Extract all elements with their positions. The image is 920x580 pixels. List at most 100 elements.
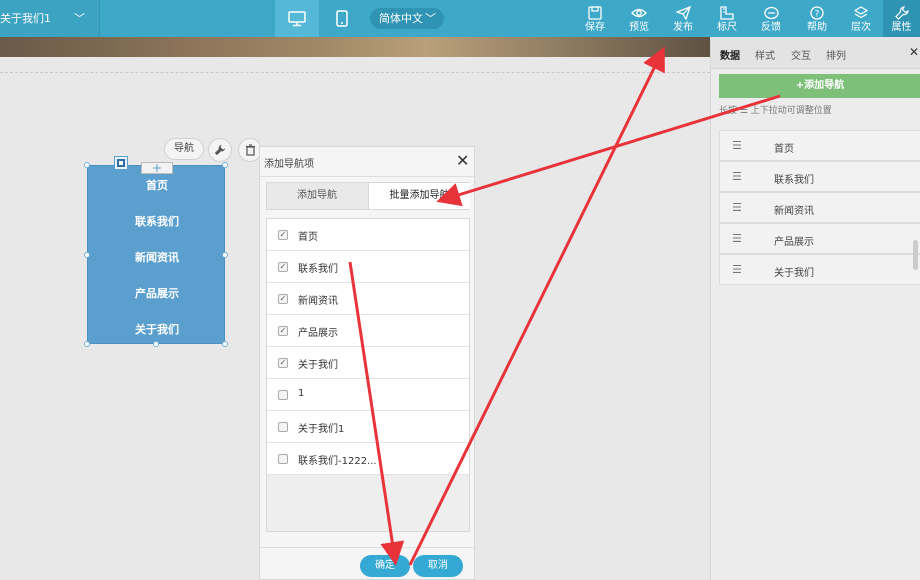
tab-arrange[interactable]: 排列 — [826, 47, 846, 62]
desktop-view-button[interactable] — [275, 0, 319, 37]
add-nav-button[interactable]: +添加导航 — [719, 74, 920, 98]
page-selector[interactable]: 关于我们1 ﹀ — [0, 0, 100, 37]
checkbox[interactable]: ✓ — [278, 294, 288, 304]
resize-handle[interactable] — [222, 341, 228, 347]
help-label: 帮助 — [807, 22, 827, 33]
mobile-view-button[interactable] — [320, 0, 364, 37]
list-item[interactable]: ☰ 产品展示 — [719, 223, 920, 254]
nav-widget-item: 联系我们 — [135, 215, 179, 228]
nav-widget-item: 关于我们 — [135, 323, 179, 336]
list-item-label: 1 — [298, 388, 305, 399]
panel-scrollbar[interactable] — [913, 240, 918, 270]
checkbox[interactable]: ✓ — [278, 326, 288, 336]
confirm-button[interactable]: 确定 — [360, 555, 410, 577]
drag-handle-icon[interactable]: ☰ — [732, 140, 742, 151]
banner-image — [0, 37, 710, 57]
checkbox[interactable] — [278, 422, 288, 432]
resize-handle[interactable] — [84, 162, 90, 168]
list-item[interactable]: ✓ 产品展示 — [267, 315, 469, 347]
list-item-label: 联系我们 — [298, 264, 338, 275]
nav-widget-item: 产品展示 — [135, 287, 179, 300]
widget-type-button[interactable]: 导航 — [164, 138, 204, 160]
tab-add-nav[interactable]: 添加导航 — [267, 183, 367, 209]
publish-button[interactable]: 发布 — [661, 0, 705, 37]
resize-handle[interactable] — [222, 252, 228, 258]
list-item[interactable]: 联系我们-1222... — [267, 443, 469, 475]
top-toolbar: 关于我们1 ﹀ 简体中文 ﹀ 保存 预览 发布 标尺 反馈 ? 帮助 层次 属性 — [0, 0, 920, 37]
list-item[interactable]: 1 — [267, 379, 469, 411]
checkbox[interactable] — [278, 454, 288, 464]
chevron-down-icon: ﹀ — [74, 12, 85, 25]
page-selector-label: 关于我们1 — [0, 12, 51, 25]
drag-handle-icon[interactable]: ☰ — [732, 171, 742, 182]
preview-label: 预览 — [629, 22, 649, 33]
list-item-label: 产品展示 — [774, 237, 814, 248]
checkbox[interactable]: ✓ — [278, 358, 288, 368]
list-item[interactable]: ☰ 首页 — [719, 130, 920, 161]
list-item[interactable]: ☰ 新闻资讯 — [719, 192, 920, 223]
widget-settings-button[interactable] — [208, 138, 232, 162]
ruler-button[interactable]: 标尺 — [705, 0, 749, 37]
widget-anchor-icon[interactable] — [114, 156, 128, 170]
cancel-button[interactable]: 取消 — [413, 555, 463, 577]
drag-hint: 长按 ☰ 上下拉动可调整位置 — [719, 106, 832, 116]
language-selector[interactable]: 简体中文 ﹀ — [370, 8, 444, 29]
layers-button[interactable]: 层次 — [839, 0, 883, 37]
help-button[interactable]: ? 帮助 — [795, 0, 839, 37]
resize-handle[interactable] — [153, 341, 159, 347]
svg-text:?: ? — [815, 10, 820, 20]
feedback-icon — [763, 6, 779, 20]
guide-line — [0, 72, 710, 73]
nav-item-list: ☰ 首页 ☰ 联系我们 ☰ 新闻资讯 ☰ 产品展示 ☰ 关于我们 — [719, 130, 920, 285]
tab-interaction[interactable]: 交互 — [791, 47, 811, 62]
help-icon: ? — [810, 6, 824, 20]
drag-handle-icon[interactable]: ☰ — [732, 233, 742, 244]
drag-handle-icon[interactable]: ☰ — [732, 202, 742, 213]
list-item[interactable]: ✓ 联系我们 — [267, 251, 469, 283]
properties-button[interactable]: 属性 — [883, 0, 920, 37]
list-item-label: 关于我们 — [298, 360, 338, 371]
divider — [260, 547, 476, 548]
tab-batch-add-nav[interactable]: 批量添加导航 — [368, 183, 470, 209]
drag-handle-icon[interactable]: ☰ — [732, 264, 742, 275]
trash-icon — [245, 144, 255, 156]
list-item[interactable]: ☰ 关于我们 — [719, 254, 920, 285]
checkbox[interactable]: ✓ — [278, 262, 288, 272]
preview-button[interactable]: 预览 — [617, 0, 661, 37]
resize-handle[interactable] — [84, 252, 90, 258]
list-item-label: 首页 — [298, 232, 318, 243]
properties-label: 属性 — [891, 22, 912, 33]
publish-label: 发布 — [673, 22, 693, 33]
list-item[interactable]: 关于我们1 — [267, 411, 469, 443]
save-button[interactable]: 保存 — [573, 0, 617, 37]
tab-data[interactable]: 数据 — [720, 47, 740, 62]
chevron-down-icon: ﹀ — [425, 12, 436, 25]
nav-widget-item: 首页 — [146, 179, 168, 192]
resize-handle[interactable] — [84, 341, 90, 347]
dialog-title: 添加导航项 — [264, 159, 314, 170]
close-icon[interactable]: ✕ — [456, 153, 469, 169]
list-item[interactable]: ✓ 新闻资讯 — [267, 283, 469, 315]
wrench-icon — [894, 6, 909, 20]
list-item[interactable]: ✓ 首页 — [267, 219, 469, 251]
tab-style[interactable]: 样式 — [755, 47, 775, 62]
navigation-widget[interactable]: 首页 联系我们 新闻资讯 产品展示 关于我们 — [87, 165, 225, 344]
feedback-button[interactable]: 反馈 — [749, 0, 793, 37]
list-item-label: 产品展示 — [298, 328, 338, 339]
dialog-tabs: 添加导航 批量添加导航 — [266, 182, 470, 210]
close-icon[interactable]: ✕ — [909, 45, 919, 59]
list-item-label: 新闻资讯 — [298, 296, 338, 307]
checkbox[interactable]: ✓ — [278, 230, 288, 240]
page-list: ✓ 首页 ✓ 联系我们 ✓ 新闻资讯 ✓ 产品展示 ✓ 关于我们 1 关于我们1 — [266, 218, 470, 532]
ruler-icon — [720, 6, 734, 20]
add-nav-dialog: 添加导航项 ✕ 添加导航 批量添加导航 ✓ 首页 ✓ 联系我们 ✓ 新闻资讯 ✓… — [259, 146, 476, 580]
layers-icon — [854, 6, 868, 19]
ruler-label: 标尺 — [717, 22, 737, 33]
list-item-label: 新闻资讯 — [774, 206, 814, 217]
list-item[interactable]: ☰ 联系我们 — [719, 161, 920, 192]
properties-panel: 数据 样式 交互 排列 ✕ +添加导航 长按 ☰ 上下拉动可调整位置 ☰ 首页 … — [710, 37, 920, 580]
move-handle-icon[interactable]: + — [141, 162, 173, 174]
list-item[interactable]: ✓ 关于我们 — [267, 347, 469, 379]
resize-handle[interactable] — [222, 162, 228, 168]
checkbox[interactable] — [278, 390, 288, 400]
